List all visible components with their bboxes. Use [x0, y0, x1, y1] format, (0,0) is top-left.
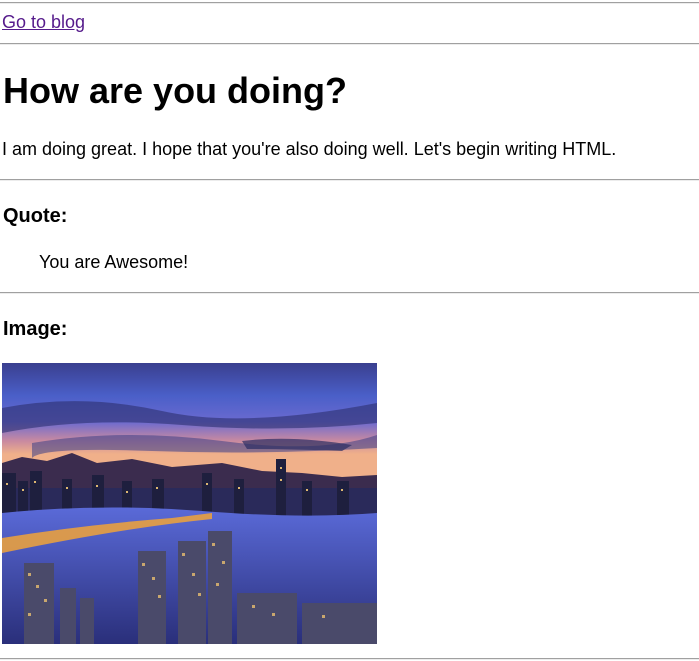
go-to-blog-link[interactable]: Go to blog [2, 11, 85, 33]
city-skyline-image [2, 363, 377, 644]
quote-heading: Quote: [3, 205, 68, 227]
bottom-divider [0, 658, 699, 660]
page-title: How are you doing? [3, 70, 348, 111]
image-heading: Image: [3, 318, 68, 340]
divider-after-nav [0, 43, 699, 45]
divider-after-intro [0, 179, 699, 181]
quote-text: You are Awesome! [39, 252, 189, 272]
top-divider [0, 2, 699, 4]
intro-paragraph: I am doing great. I hope that you're als… [2, 139, 617, 159]
divider-after-quote [0, 292, 699, 294]
